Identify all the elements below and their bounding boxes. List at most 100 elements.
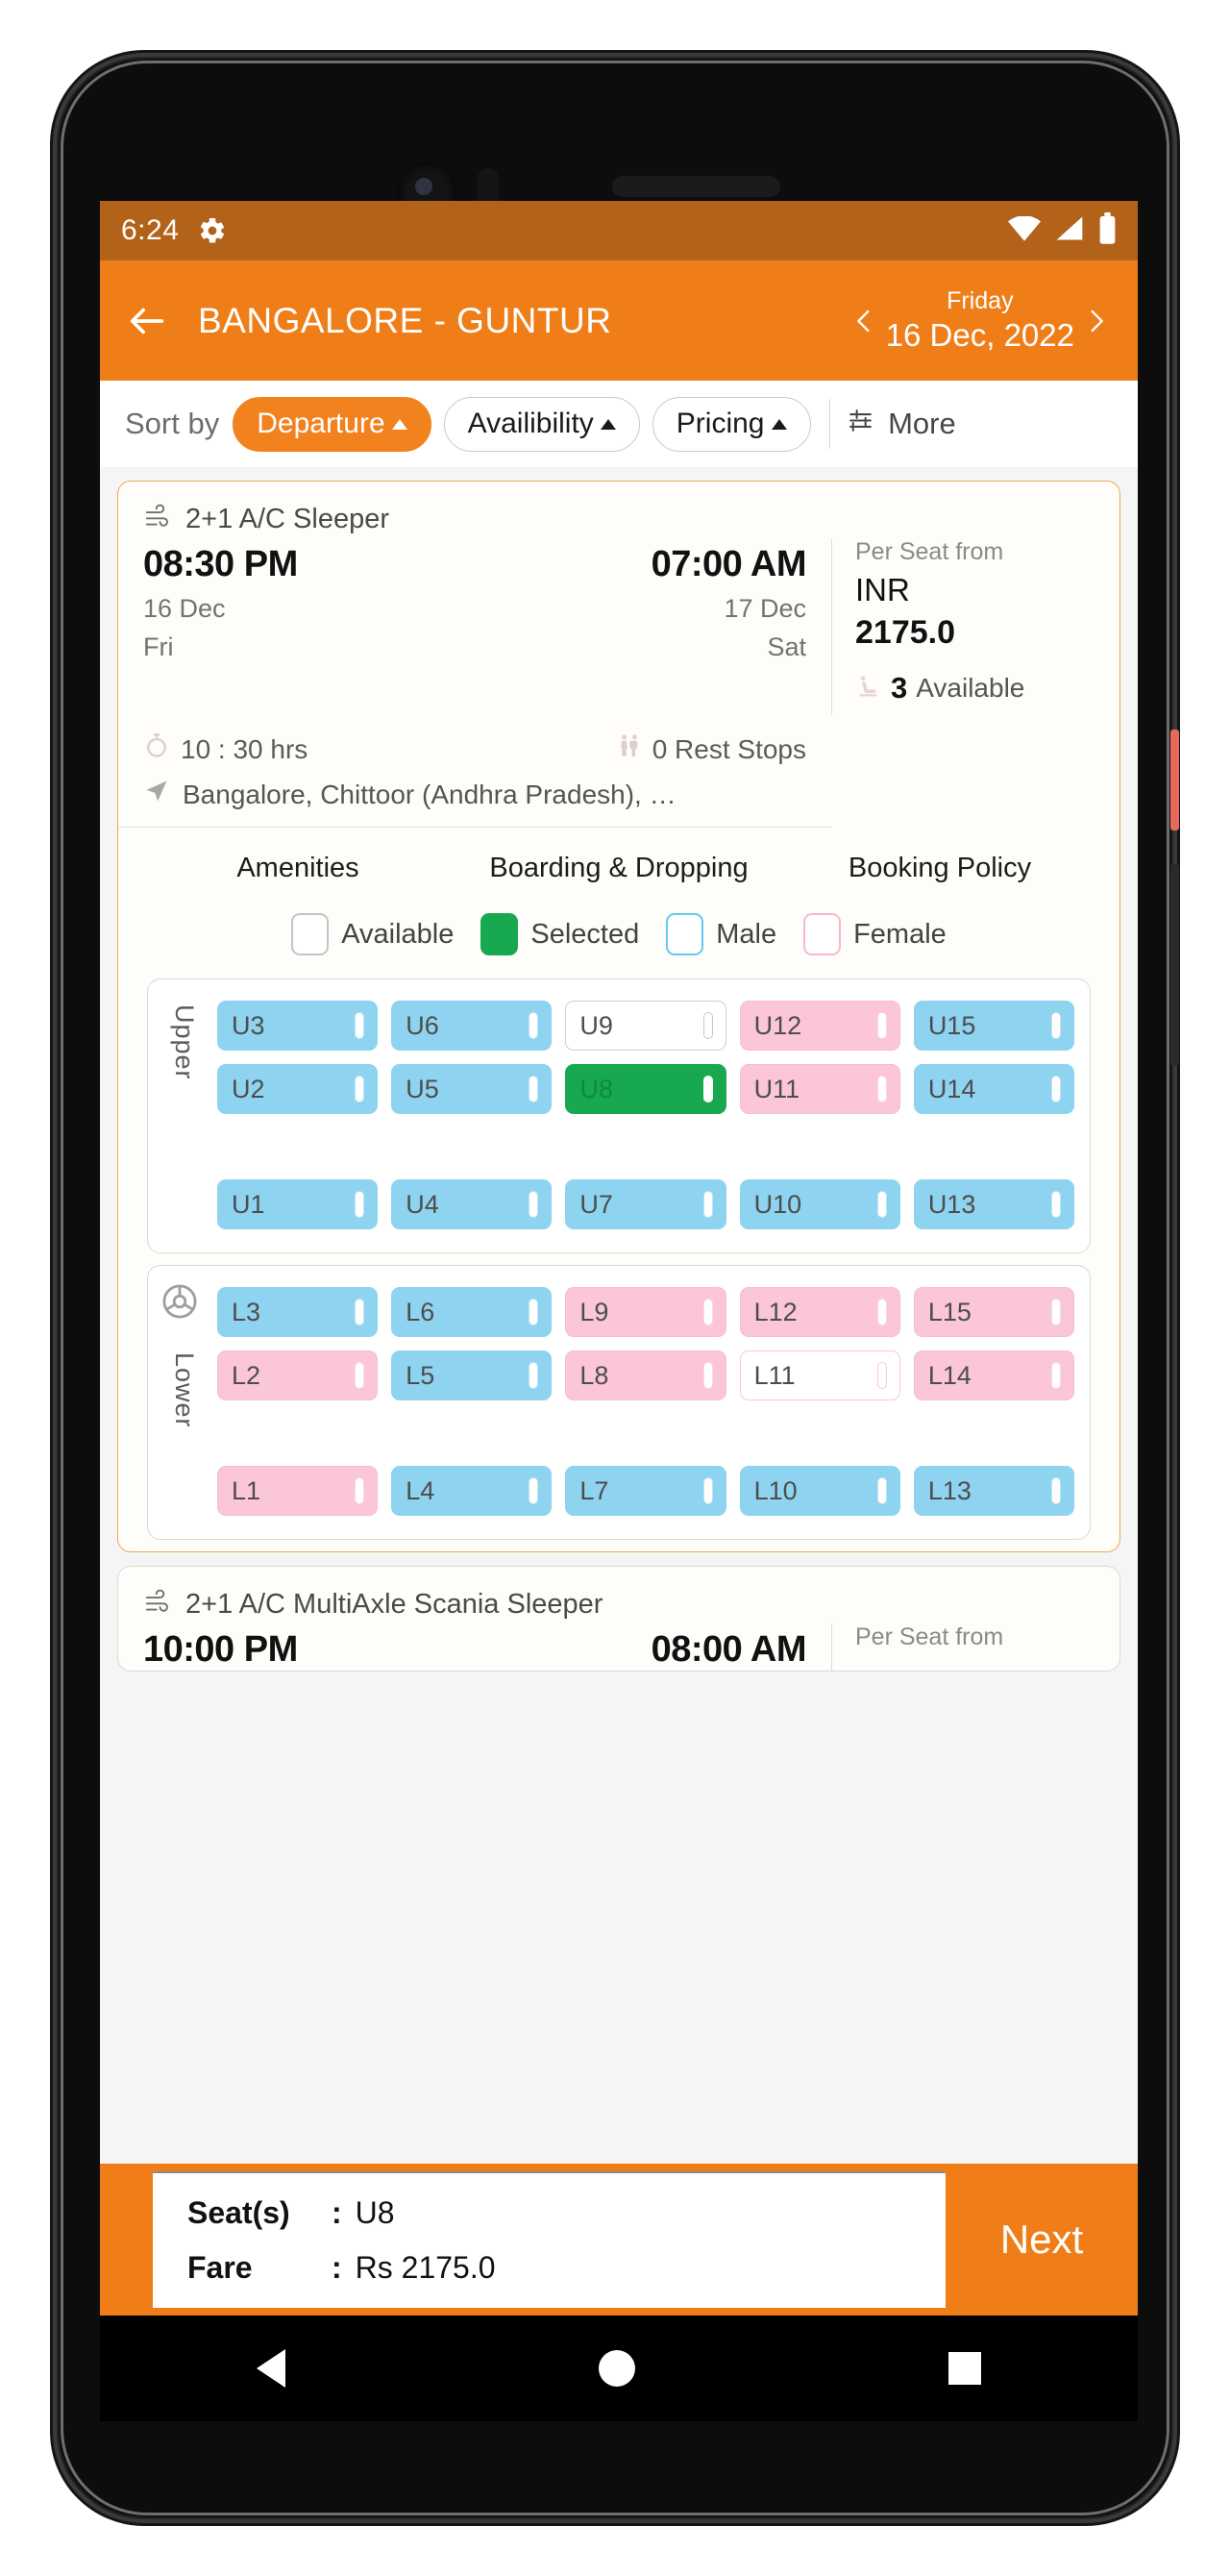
- bus-list[interactable]: 2+1 A/C Sleeper 08:30 PM 07:00 AM 16 Dec…: [100, 467, 1138, 2316]
- seat-U15[interactable]: U15: [913, 1001, 1075, 1051]
- sort-chip-label: Availibility: [467, 408, 594, 439]
- seat-U13[interactable]: U13: [913, 1179, 1075, 1229]
- seat-U4[interactable]: U4: [391, 1179, 553, 1229]
- seat-label: U3: [232, 1010, 265, 1040]
- seat-L1[interactable]: L1: [217, 1466, 379, 1516]
- seat-L12[interactable]: L12: [739, 1287, 900, 1337]
- seat-U2[interactable]: U2: [217, 1064, 379, 1114]
- seat-U1[interactable]: U1: [217, 1179, 379, 1229]
- seat-backrest-icon: [355, 1012, 365, 1039]
- seat-U6[interactable]: U6: [391, 1001, 553, 1051]
- seat-U3[interactable]: U3: [217, 1001, 379, 1051]
- seat-label: L10: [753, 1475, 798, 1505]
- seat-L7[interactable]: L7: [565, 1466, 726, 1516]
- seat-U14[interactable]: U14: [913, 1064, 1075, 1114]
- navigation-arrow-icon: [143, 778, 170, 811]
- power-button[interactable]: [1170, 864, 1179, 1066]
- tab-amenities[interactable]: Amenities: [137, 853, 458, 884]
- legend-swatch-female: [803, 913, 842, 955]
- seat-label: L8: [579, 1360, 609, 1390]
- seat-U8[interactable]: U8: [565, 1064, 726, 1114]
- wifi-icon: [1008, 214, 1041, 246]
- nav-home-icon[interactable]: [599, 2350, 635, 2387]
- deck-upper-rows: U3 U6 U9 U12 U15 U2 U5 U8 U11 U14 U1 U4 …: [217, 1001, 1075, 1229]
- arrival-time: 07:00 AM: [651, 544, 807, 584]
- seat-L13[interactable]: L13: [913, 1466, 1075, 1516]
- nav-recent-icon[interactable]: [948, 2352, 981, 2385]
- seat-L10[interactable]: L10: [739, 1466, 900, 1516]
- seat-L14[interactable]: L14: [913, 1350, 1075, 1400]
- seat-L2[interactable]: L2: [217, 1350, 379, 1400]
- departure-time: 10:00 PM: [143, 1629, 298, 1670]
- seat-label: U10: [753, 1189, 802, 1219]
- seat-label: U13: [927, 1189, 976, 1219]
- caret-up-icon: [600, 418, 616, 430]
- deck-label-lower: Lower: [170, 1352, 199, 1428]
- seat-L6[interactable]: L6: [391, 1287, 553, 1337]
- bus-card[interactable]: 2+1 A/C Sleeper 08:30 PM 07:00 AM 16 Dec…: [117, 481, 1120, 1552]
- schedule-block: 08:30 PM 07:00 AM 16 Dec 17 Dec Fri Sat: [143, 544, 831, 715]
- seat-backrest-icon: [702, 1299, 713, 1325]
- seat-L15[interactable]: L15: [913, 1287, 1075, 1337]
- seat-row: U3 U6 U9 U12 U15: [217, 1001, 1075, 1051]
- seat-label: L5: [406, 1360, 435, 1390]
- status-bar: 6:24: [100, 201, 1138, 260]
- chevron-right-icon[interactable]: [1080, 300, 1113, 342]
- next-button[interactable]: Next: [946, 2164, 1138, 2316]
- seat-L3[interactable]: L3: [217, 1287, 379, 1337]
- seat-U7[interactable]: U7: [565, 1179, 726, 1229]
- more-filters-button[interactable]: More: [846, 406, 956, 443]
- seat-backrest-icon: [1051, 1191, 1062, 1218]
- seat-L4[interactable]: L4: [391, 1466, 553, 1516]
- currency-label: INR: [855, 572, 910, 607]
- battery-icon: [1098, 211, 1117, 250]
- seat-backrest-icon: [529, 1076, 539, 1102]
- bus-card-second[interactable]: 2+1 A/C MultiAxle Scania Sleeper 10:00 P…: [117, 1566, 1120, 1672]
- seat-label: U12: [753, 1010, 802, 1040]
- summary-seats-value: U8: [355, 2195, 395, 2230]
- tab-booking-policy[interactable]: Booking Policy: [779, 853, 1100, 884]
- seat-row: L2 L5 L8 L11 L14: [217, 1350, 1075, 1400]
- sort-chip-departure[interactable]: Departure: [233, 396, 431, 452]
- legend-swatch-selected: [480, 913, 519, 955]
- deck-upper: Upper U3 U6 U9 U12 U15 U2 U5 U8 U11 U14 …: [147, 978, 1091, 1253]
- tab-boarding-dropping[interactable]: Boarding & Dropping: [458, 853, 779, 884]
- seat-backrest-icon: [876, 1012, 887, 1039]
- legend-label: Male: [716, 918, 777, 950]
- schedule-and-price: 08:30 PM 07:00 AM 16 Dec 17 Dec Fri Sat: [118, 538, 1119, 715]
- seat-backrest-icon: [529, 1477, 539, 1504]
- seat-label: L7: [579, 1475, 609, 1505]
- seat-L11[interactable]: L11: [739, 1350, 900, 1400]
- seat-label: U7: [579, 1189, 613, 1219]
- date-selector: Friday 16 Dec, 2022: [848, 286, 1113, 355]
- chevron-left-icon[interactable]: [848, 300, 880, 342]
- seat-backrest-icon: [355, 1076, 365, 1102]
- sort-by-label: Sort by: [125, 407, 220, 440]
- bus-type: 2+1 A/C Sleeper: [185, 504, 390, 534]
- seat-backrest-icon: [876, 1362, 887, 1389]
- seat-row: L1 L4 L7 L10 L13: [217, 1466, 1075, 1516]
- sort-bar: Sort by Departure Availibility Pricing M…: [100, 381, 1138, 467]
- seat-U5[interactable]: U5: [391, 1064, 553, 1114]
- seat-U10[interactable]: U10: [739, 1179, 900, 1229]
- seat-U11[interactable]: U11: [739, 1064, 900, 1114]
- seat-label: L14: [927, 1360, 972, 1390]
- trip-meta: 10 : 30 hrs 0 Rest Stops Bangalore, Chit…: [118, 715, 831, 828]
- seat-backrest-icon: [702, 1076, 713, 1102]
- seat-L5[interactable]: L5: [391, 1350, 553, 1400]
- seat-label: L11: [753, 1360, 796, 1390]
- seat-U9[interactable]: U9: [565, 1001, 726, 1051]
- sort-chip-availibility[interactable]: Availibility: [443, 396, 640, 452]
- seat-U12[interactable]: U12: [739, 1001, 900, 1051]
- nav-back-icon[interactable]: [257, 2349, 285, 2388]
- deck-lower-rows: L3 L6 L9 L12 L15 L2 L5 L8 L11 L14 L1 L4 …: [217, 1287, 1075, 1516]
- seat-backrest-icon: [1051, 1012, 1062, 1039]
- seat-backrest-icon: [1051, 1477, 1062, 1504]
- arrow-left-icon[interactable]: [125, 299, 169, 343]
- seat-label: U2: [232, 1074, 265, 1103]
- volume-button[interactable]: [1170, 730, 1179, 830]
- status-icons: [1008, 211, 1117, 250]
- seat-L9[interactable]: L9: [565, 1287, 726, 1337]
- seat-L8[interactable]: L8: [565, 1350, 726, 1400]
- sort-chip-pricing[interactable]: Pricing: [652, 396, 811, 452]
